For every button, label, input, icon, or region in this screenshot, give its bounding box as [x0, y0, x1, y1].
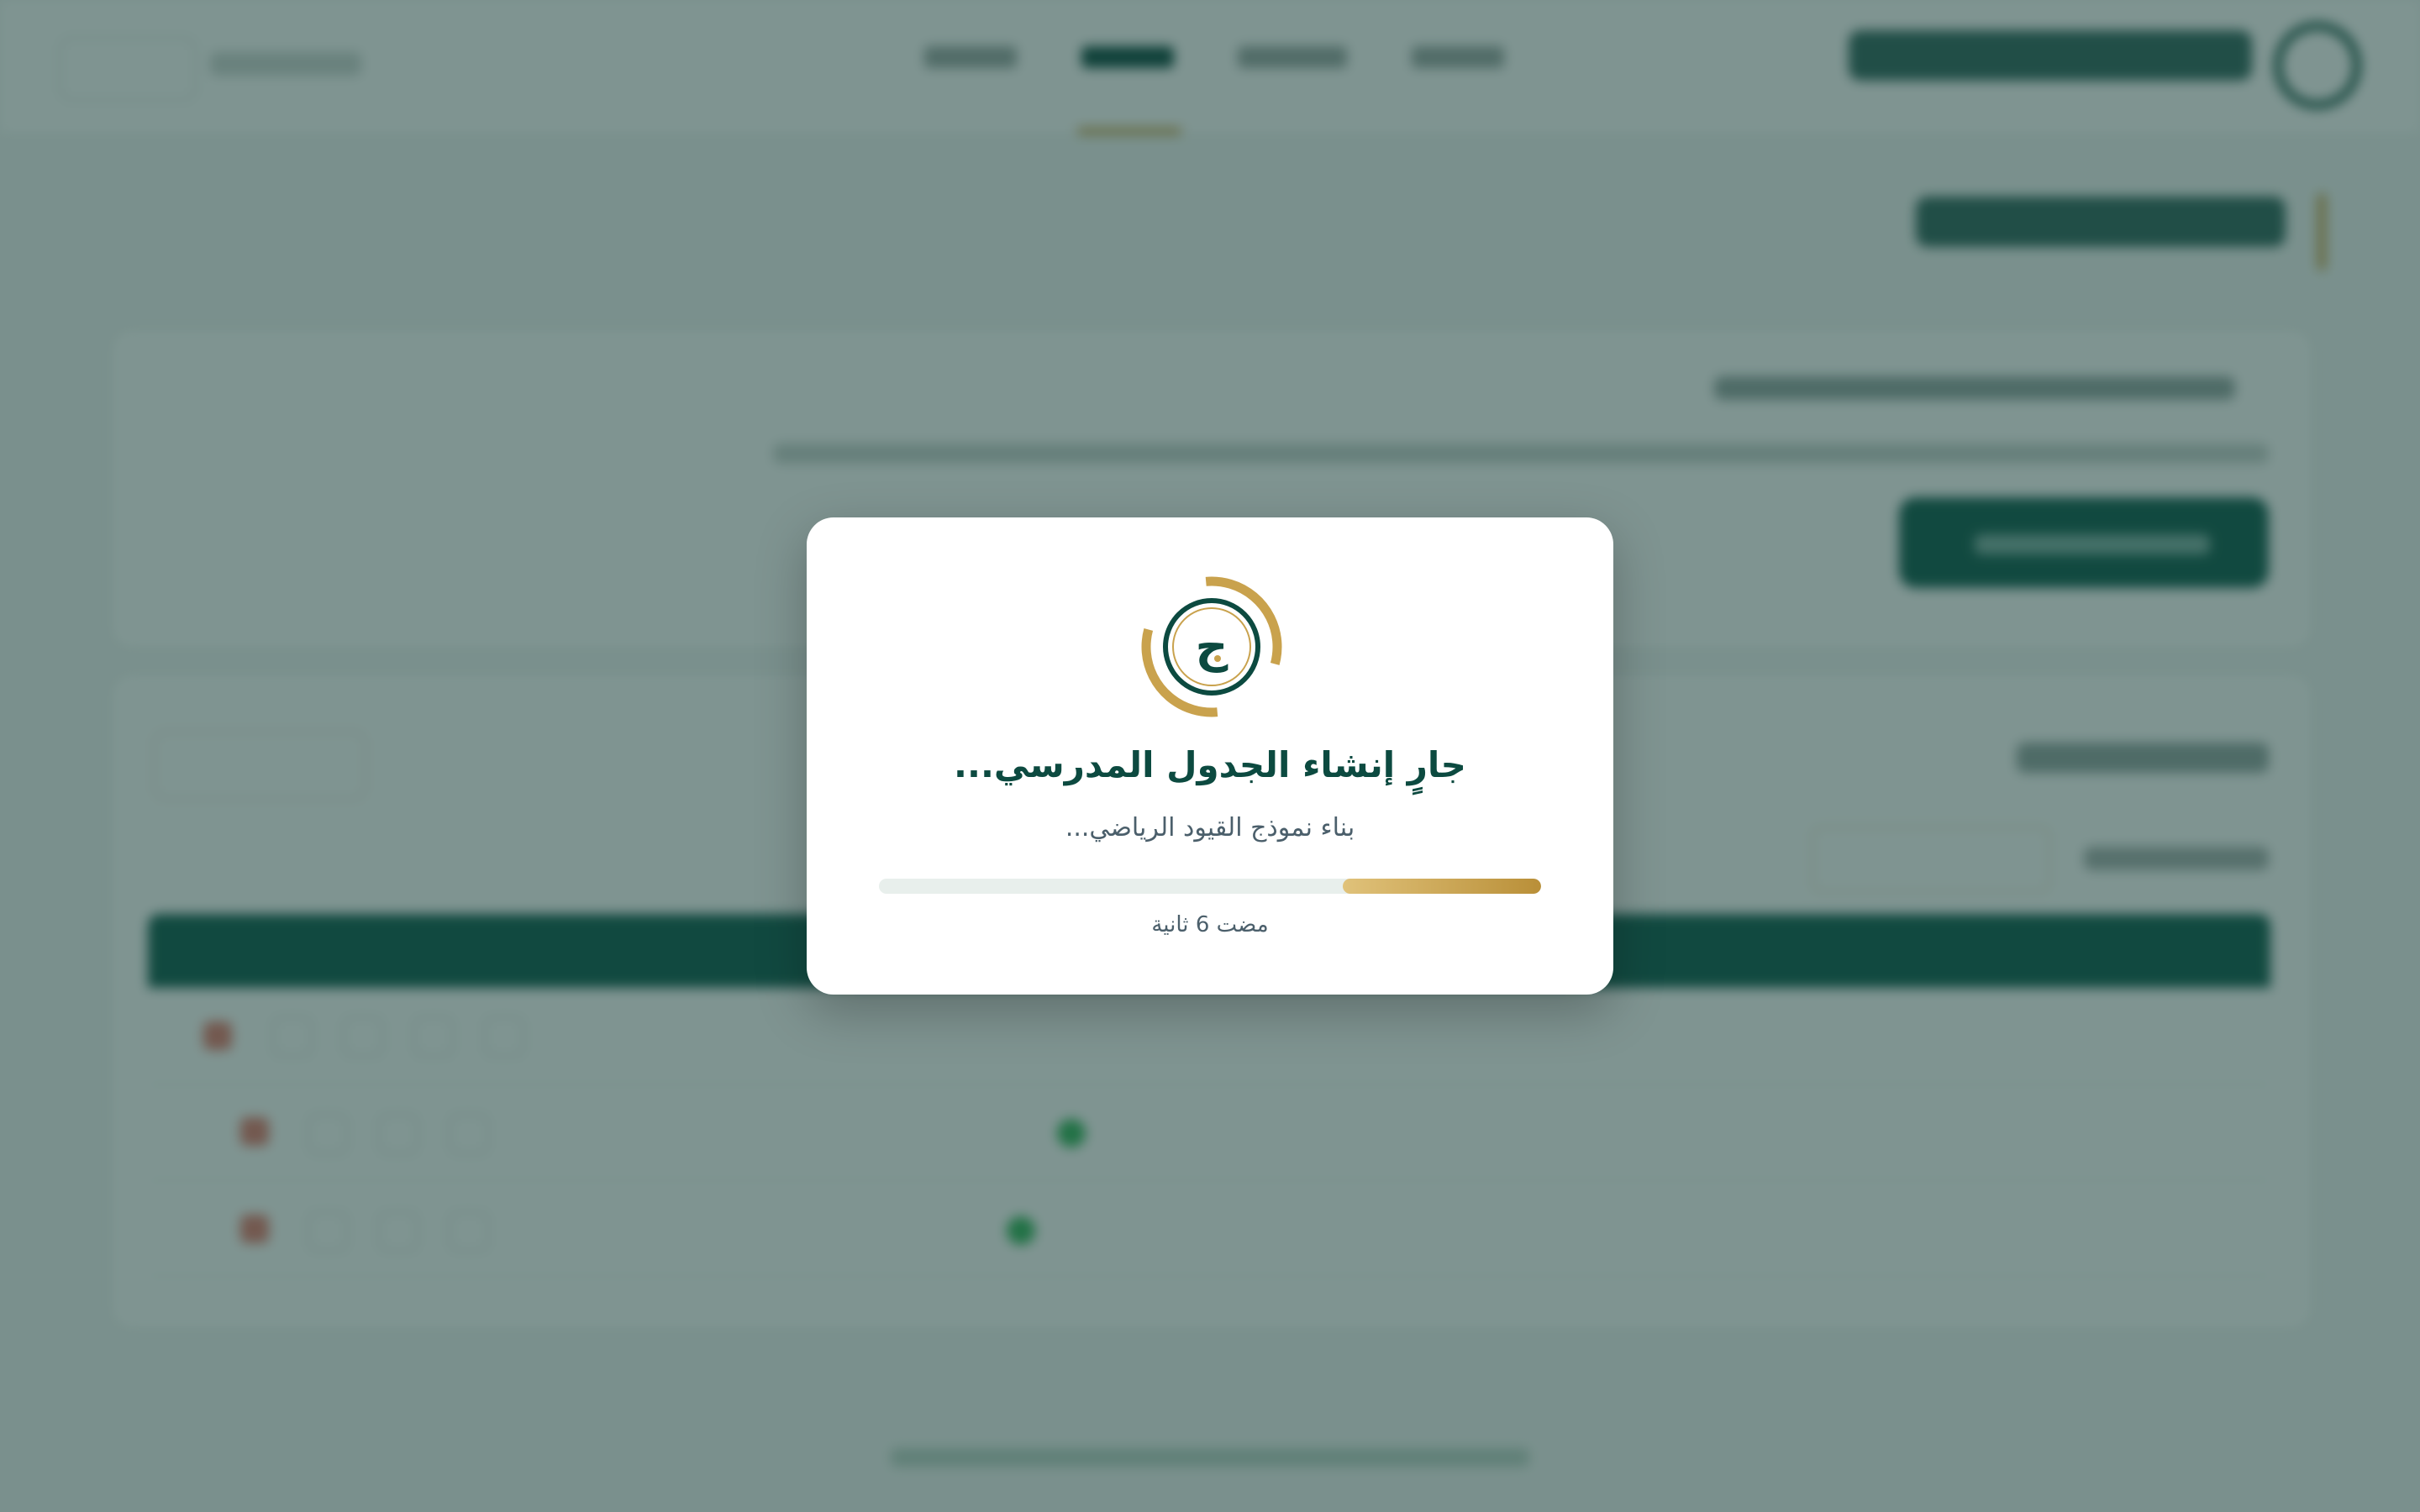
- loading-modal: ج جارٍ إنشاء الجدول المدرسي... بناء نموذ…: [807, 517, 1613, 995]
- modal-subtitle: بناء نموذج القيود الرياضي...: [1065, 813, 1355, 843]
- loading-spinner-icon: ج: [1141, 576, 1282, 717]
- modal-title: جارٍ إنشاء الجدول المدرسي...: [954, 744, 1466, 785]
- elapsed-time: مضت 6 ثانية: [1151, 912, 1269, 937]
- progress-track: [879, 879, 1541, 894]
- progress-fill: [1342, 879, 1541, 894]
- page: ج جارٍ إنشاء الجدول المدرسي... بناء نموذ…: [0, 0, 2420, 1512]
- logo-glyph: ج: [1196, 620, 1228, 673]
